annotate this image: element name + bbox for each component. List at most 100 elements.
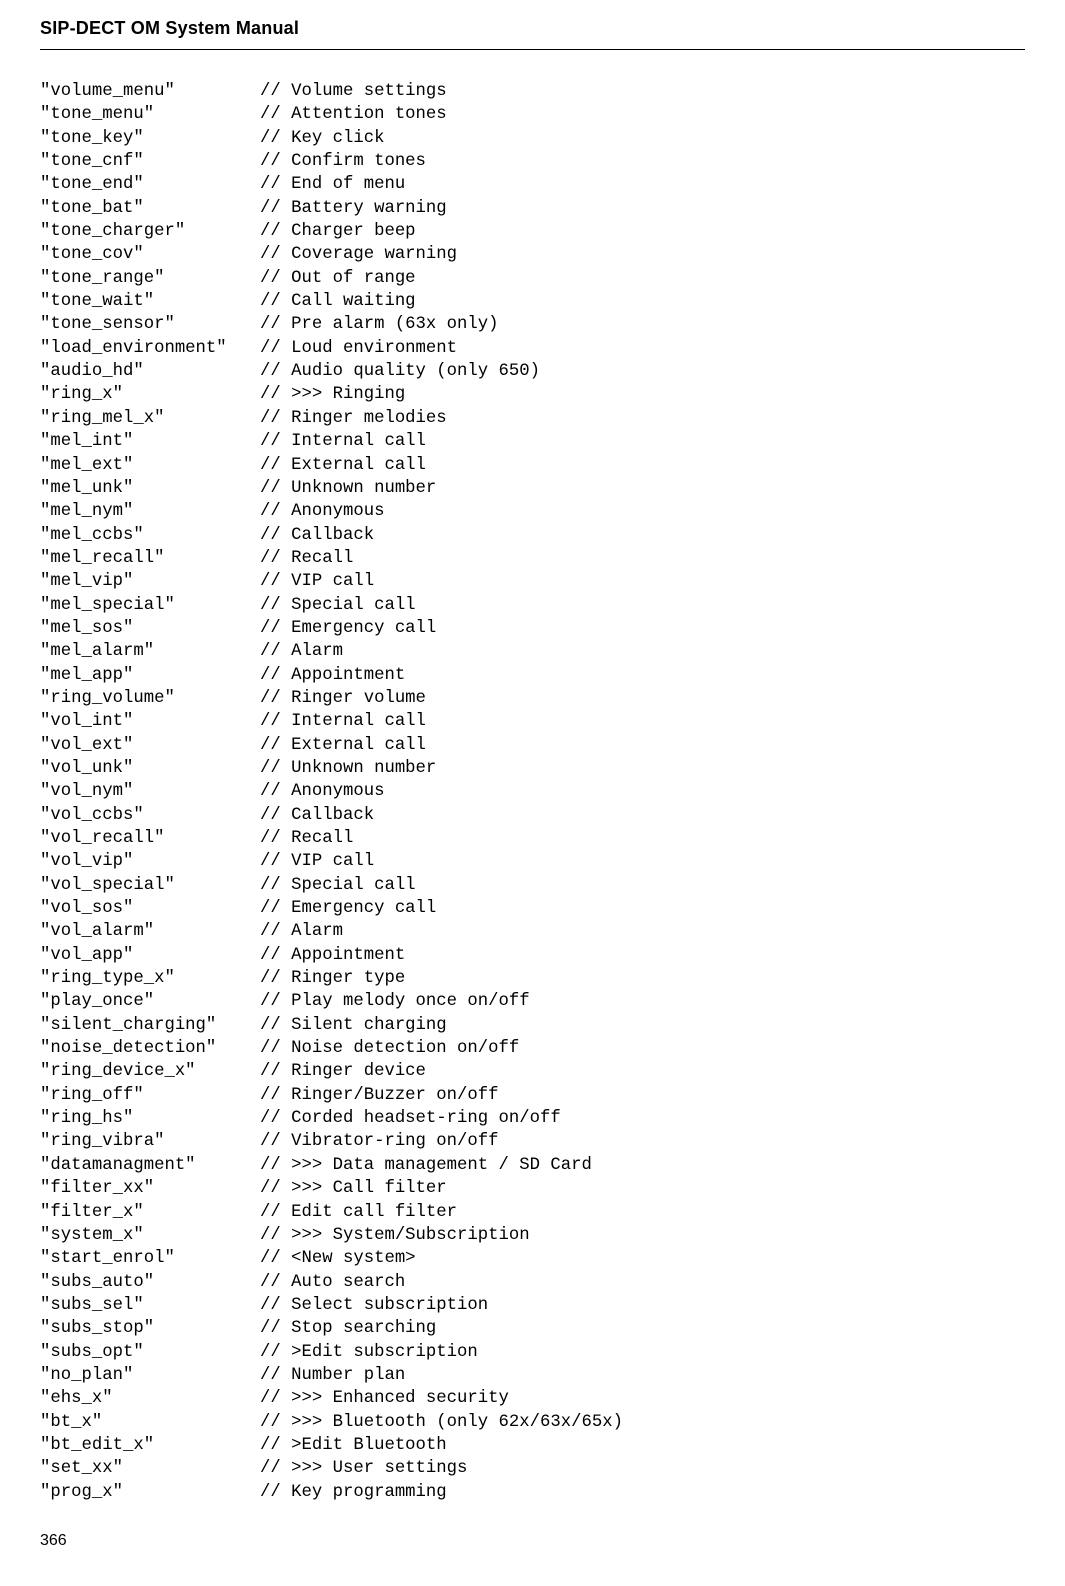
code-key: "bt_x" [40,1411,260,1434]
code-row: "ring_x"// >>> Ringing [40,383,1025,406]
code-comment: // Ringer melodies [260,407,447,430]
code-row: "start_enrol"// <New system> [40,1247,1025,1270]
code-comment: // Callback [260,524,374,547]
code-comment: // Stop searching [260,1317,436,1340]
code-comment: // Special call [260,874,416,897]
code-key: "ring_type_x" [40,967,260,990]
code-comment: // Coverage warning [260,243,457,266]
code-comment: // >>> Bluetooth (only 62x/63x/65x) [260,1411,623,1434]
code-key: "mel_sos" [40,617,260,640]
code-key: "mel_int" [40,430,260,453]
code-comment: // Battery warning [260,197,447,220]
code-row: "mel_sos"// Emergency call [40,617,1025,640]
code-key: "tone_charger" [40,220,260,243]
code-comment: // Edit call filter [260,1201,457,1224]
code-comment: // Ringer/Buzzer on/off [260,1084,499,1107]
code-comment: // Vibrator-ring on/off [260,1130,499,1153]
code-comment: // Recall [260,827,353,850]
code-comment: // Play melody once on/off [260,990,530,1013]
page-header-title: SIP-DECT OM System Manual [40,18,1025,39]
code-comment: // >>> Data management / SD Card [260,1154,592,1177]
code-key: "vol_ext" [40,734,260,757]
code-comment: // VIP call [260,850,374,873]
code-key: "vol_nym" [40,780,260,803]
code-comment: // Pre alarm (63x only) [260,313,499,336]
code-key: "subs_stop" [40,1317,260,1340]
code-key: "tone_menu" [40,103,260,126]
code-listing: "volume_menu"// Volume settings"tone_men… [40,80,1025,1504]
code-key: "ring_device_x" [40,1060,260,1083]
code-row: "vol_recall"// Recall [40,827,1025,850]
code-comment: // >>> User settings [260,1457,467,1480]
code-comment: // Emergency call [260,897,436,920]
code-comment: // >Edit subscription [260,1341,478,1364]
code-row: "ehs_x"// >>> Enhanced security [40,1387,1025,1410]
code-row: "mel_vip"// VIP call [40,570,1025,593]
code-comment: // External call [260,454,426,477]
code-key: "mel_nym" [40,500,260,523]
code-comment: // >>> Call filter [260,1177,447,1200]
code-key: "load_environment" [40,337,260,360]
code-row: "vol_app"// Appointment [40,944,1025,967]
code-comment: // Internal call [260,710,426,733]
code-key: "vol_unk" [40,757,260,780]
code-row: "tone_sensor"// Pre alarm (63x only) [40,313,1025,336]
code-row: "vol_nym"// Anonymous [40,780,1025,803]
code-comment: // Ringer type [260,967,405,990]
code-comment: // Key click [260,127,384,150]
code-row: "noise_detection"// Noise detection on/o… [40,1037,1025,1060]
code-key: "mel_alarm" [40,640,260,663]
code-comment: // Charger beep [260,220,416,243]
code-comment: // Unknown number [260,757,436,780]
code-key: "start_enrol" [40,1247,260,1270]
code-comment: // Number plan [260,1364,405,1387]
code-key: "mel_vip" [40,570,260,593]
code-row: "load_environment"// Loud environment [40,337,1025,360]
code-key: "ring_mel_x" [40,407,260,430]
code-row: "vol_ccbs"// Callback [40,804,1025,827]
code-row: "tone_menu"// Attention tones [40,103,1025,126]
code-row: "ring_off"// Ringer/Buzzer on/off [40,1084,1025,1107]
code-key: "bt_edit_x" [40,1434,260,1457]
code-row: "ring_device_x"// Ringer device [40,1060,1025,1083]
code-row: "volume_menu"// Volume settings [40,80,1025,103]
code-key: "subs_sel" [40,1294,260,1317]
code-key: "mel_special" [40,594,260,617]
code-comment: // Alarm [260,640,343,663]
code-row: "mel_recall"// Recall [40,547,1025,570]
code-comment: // Volume settings [260,80,447,103]
code-row: "system_x"// >>> System/Subscription [40,1224,1025,1247]
code-comment: // >>> Ringing [260,383,405,406]
code-key: "tone_key" [40,127,260,150]
code-row: "prog_x"// Key programming [40,1481,1025,1504]
page-number: 366 [40,1532,1025,1550]
code-row: "vol_special"// Special call [40,874,1025,897]
code-key: "mel_recall" [40,547,260,570]
code-row: "ring_vibra"// Vibrator-ring on/off [40,1130,1025,1153]
code-comment: // Appointment [260,944,405,967]
code-row: "tone_key"// Key click [40,127,1025,150]
code-key: "tone_cov" [40,243,260,266]
code-row: "ring_hs"// Corded headset-ring on/off [40,1107,1025,1130]
code-row: "subs_auto"// Auto search [40,1271,1025,1294]
code-row: "vol_vip"// VIP call [40,850,1025,873]
code-row: "vol_alarm"// Alarm [40,920,1025,943]
code-comment: // Emergency call [260,617,436,640]
code-comment: // Ringer volume [260,687,426,710]
code-key: "vol_sos" [40,897,260,920]
code-comment: // Callback [260,804,374,827]
code-row: "vol_ext"// External call [40,734,1025,757]
code-comment: // >Edit Bluetooth [260,1434,447,1457]
code-key: "filter_xx" [40,1177,260,1200]
code-comment: // Appointment [260,664,405,687]
code-key: "noise_detection" [40,1037,260,1060]
code-row: "tone_wait"// Call waiting [40,290,1025,313]
code-row: "tone_bat"// Battery warning [40,197,1025,220]
document-page: SIP-DECT OM System Manual "volume_menu"/… [0,0,1065,1570]
code-comment: // Loud environment [260,337,457,360]
code-row: "tone_range"// Out of range [40,267,1025,290]
code-comment: // Noise detection on/off [260,1037,519,1060]
code-comment: // VIP call [260,570,374,593]
code-row: "mel_int"// Internal call [40,430,1025,453]
code-row: "silent_charging"// Silent charging [40,1014,1025,1037]
